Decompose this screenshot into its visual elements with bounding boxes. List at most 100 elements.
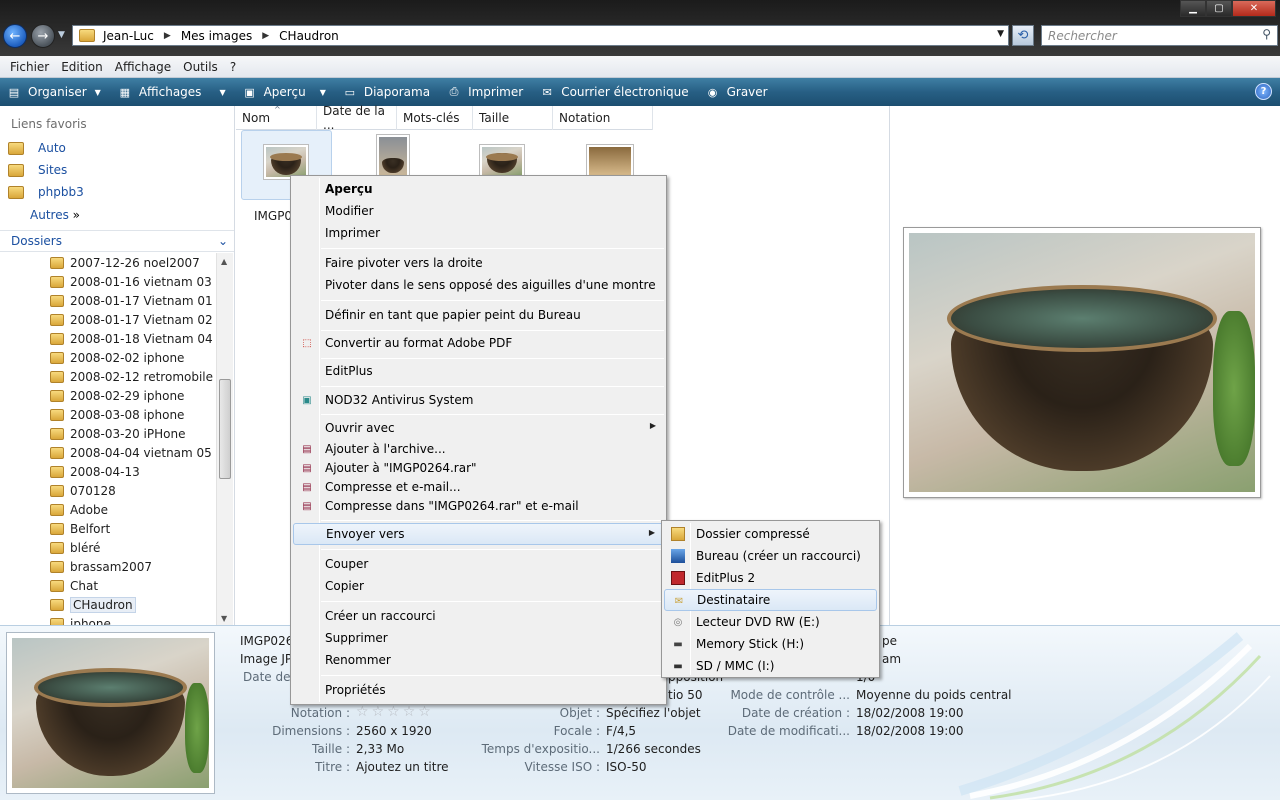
imprimer-button[interactable]: ⎙ Imprimer xyxy=(446,85,524,99)
sendto-compressed-folder[interactable]: Dossier compressé xyxy=(664,523,877,545)
sendto-memory-stick[interactable]: ▬ Memory Stick (H:) xyxy=(664,633,877,655)
ctx-properties[interactable]: Propriétés xyxy=(293,679,664,701)
detail-titre[interactable]: Ajoutez un titre xyxy=(356,760,449,774)
star-icon[interactable]: ☆ xyxy=(356,704,369,720)
tree-folder[interactable]: 2007-12-26 noel2007 xyxy=(0,253,216,272)
breadcrumb-item[interactable]: Mes images ▶ xyxy=(181,29,279,43)
star-icon[interactable]: ☆ xyxy=(403,704,416,720)
minimize-icon[interactable]: ▁ xyxy=(1180,0,1206,17)
ctx-apercu[interactable]: Aperçu xyxy=(293,178,664,200)
ctx-delete[interactable]: Supprimer xyxy=(293,627,664,649)
ctx-editplus[interactable]: EditPlus xyxy=(293,360,664,382)
favorite-link[interactable]: phpbb3 xyxy=(8,185,84,199)
maximize-icon[interactable]: ▢ xyxy=(1206,0,1232,17)
column-header-taille[interactable]: Taille xyxy=(473,106,553,130)
ctx-rotate-left[interactable]: Pivoter dans le sens opposé des aiguille… xyxy=(293,274,664,296)
detail-objet[interactable]: Spécifiez l'objet xyxy=(606,706,701,720)
search-input[interactable]: Rechercher ⚲ xyxy=(1041,25,1278,46)
ctx-convert-pdf[interactable]: ⬚ Convertir au format Adobe PDF xyxy=(293,332,664,354)
tree-folder[interactable]: CHaudron xyxy=(0,595,216,614)
ctx-rotate-right[interactable]: Faire pivoter vers la droite xyxy=(293,252,664,274)
history-dropdown-icon[interactable]: ▼ xyxy=(58,30,65,40)
ctx-rename[interactable]: Renommer xyxy=(293,649,664,671)
menu-edition[interactable]: Edition xyxy=(55,60,109,74)
chevron-right-icon[interactable]: ▶ xyxy=(164,31,171,41)
rating-stars[interactable]: ☆ ☆ ☆ ☆ ☆ xyxy=(356,704,434,720)
scroll-down-icon[interactable]: ▼ xyxy=(221,614,227,623)
chevron-right-icon[interactable]: ▶ xyxy=(262,31,269,41)
tree-folder[interactable]: 2008-01-18 Vietnam 04 (mir xyxy=(0,329,216,348)
star-icon[interactable]: ☆ xyxy=(418,704,431,720)
favorite-link[interactable]: Sites xyxy=(8,163,67,177)
star-icon[interactable]: ☆ xyxy=(372,704,385,720)
tree-folder[interactable]: 2008-01-17 Vietnam 02 xyxy=(0,310,216,329)
diaporama-button[interactable]: ▭ Diaporama xyxy=(342,85,430,99)
scroll-up-icon[interactable]: ▲ xyxy=(221,257,227,266)
tree-folder[interactable]: Chat xyxy=(0,576,216,595)
sendto-dvd-drive[interactable]: ◎ Lecteur DVD RW (E:) xyxy=(664,611,877,633)
courrier-button[interactable]: ✉ Courrier électronique xyxy=(539,85,689,99)
search-icon[interactable]: ⚲ xyxy=(1262,27,1271,41)
tree-folder[interactable]: 2008-02-29 iphone xyxy=(0,386,216,405)
menu-affichage[interactable]: Affichage xyxy=(109,60,177,74)
close-icon[interactable]: ✕ xyxy=(1232,0,1276,17)
tree-folder[interactable]: 2008-02-02 iphone xyxy=(0,348,216,367)
affichages-button[interactable]: ▦ Affichages ▼ xyxy=(117,85,226,99)
menu-outils[interactable]: Outils xyxy=(177,60,224,74)
ctx-compress-rar-email[interactable]: ▤ Compresse dans "IMGP0264.rar" et e-mail xyxy=(293,495,664,517)
tree-folder[interactable]: 2008-01-16 vietnam 03 xyxy=(0,272,216,291)
sendto-sd-card[interactable]: ▬ SD / MMC (I:) xyxy=(664,655,877,677)
column-header-date[interactable]: Date de la ... xyxy=(317,104,397,132)
column-header-nom[interactable]: Nom ^ xyxy=(236,105,317,130)
tree-folder[interactable]: brassam2007 xyxy=(0,557,216,576)
tree-folder[interactable]: bléré xyxy=(0,538,216,557)
organiser-button[interactable]: ▤ Organiser ▼ xyxy=(6,85,101,99)
image-thumbnail[interactable] xyxy=(376,134,410,178)
menu-fichier[interactable]: Fichier xyxy=(4,60,55,74)
tree-folder[interactable]: 2008-02-12 retromobile xyxy=(0,367,216,386)
image-thumbnail[interactable] xyxy=(479,144,525,178)
ctx-modifier[interactable]: Modifier xyxy=(293,200,664,222)
image-thumbnail[interactable] xyxy=(586,144,634,178)
star-icon[interactable]: ☆ xyxy=(387,704,400,720)
ctx-open-with[interactable]: Ouvrir avec ▶ xyxy=(293,417,664,439)
tree-folder[interactable]: 2008-03-20 iPHone xyxy=(0,424,216,443)
graver-button[interactable]: ◉ Graver xyxy=(705,85,768,99)
ctx-nod32[interactable]: ▣ NOD32 Antivirus System xyxy=(293,389,664,411)
tree-folder[interactable]: iphone xyxy=(0,614,216,625)
address-bar[interactable]: Jean-Luc ▶ Mes images ▶ CHaudron ▼ xyxy=(72,25,1009,46)
sendto-mail-recipient[interactable]: ✉ Destinataire xyxy=(664,589,877,611)
chevron-down-icon[interactable]: ⌄ xyxy=(218,234,228,248)
forward-button[interactable]: → xyxy=(31,24,55,48)
help-icon[interactable]: ? xyxy=(1255,83,1272,100)
ctx-copy[interactable]: Copier xyxy=(293,575,664,597)
tree-folder[interactable]: 070128 xyxy=(0,481,216,500)
tree-folder[interactable]: 2008-03-08 iphone xyxy=(0,405,216,424)
back-button[interactable]: ← xyxy=(3,24,27,48)
tree-folder[interactable]: 2008-01-17 Vietnam 01 xyxy=(0,291,216,310)
tree-folder[interactable]: 2008-04-04 vietnam 05 xyxy=(0,443,216,462)
folders-header[interactable]: Dossiers ⌄ xyxy=(0,230,234,252)
ctx-cut[interactable]: Couper xyxy=(293,553,664,575)
ctx-send-to[interactable]: Envoyer vers ▶ xyxy=(293,523,664,545)
menu-help[interactable]: ? xyxy=(224,60,242,74)
tree-scrollbar[interactable]: ▲ ▼ xyxy=(216,253,233,625)
scroll-thumb[interactable] xyxy=(219,379,231,479)
column-header-mots-cles[interactable]: Mots-clés xyxy=(397,106,473,130)
tree-folder[interactable]: Belfort xyxy=(0,519,216,538)
sendto-desktop[interactable]: Bureau (créer un raccourci) xyxy=(664,545,877,567)
column-header-notation[interactable]: Notation xyxy=(553,106,653,130)
ctx-set-wallpaper[interactable]: Définir en tant que papier peint du Bure… xyxy=(293,304,664,326)
breadcrumb-item[interactable]: Jean-Luc ▶ xyxy=(103,29,181,43)
tree-folder[interactable]: Adobe xyxy=(0,500,216,519)
breadcrumb-item[interactable]: CHaudron xyxy=(279,29,339,43)
refresh-button[interactable]: ⟲ xyxy=(1012,25,1034,46)
apercu-button[interactable]: ▣ Aperçu ▼ xyxy=(242,85,325,99)
autres-link[interactable]: Autres » xyxy=(30,208,80,222)
sendto-editplus[interactable]: EditPlus 2 xyxy=(664,567,877,589)
ctx-imprimer[interactable]: Imprimer xyxy=(293,222,664,244)
chevron-down-icon[interactable]: ▼ xyxy=(997,29,1004,39)
favorite-link[interactable]: Auto xyxy=(8,141,66,155)
tree-folder[interactable]: 2008-04-13 xyxy=(0,462,216,481)
ctx-create-shortcut[interactable]: Créer un raccourci xyxy=(293,605,664,627)
